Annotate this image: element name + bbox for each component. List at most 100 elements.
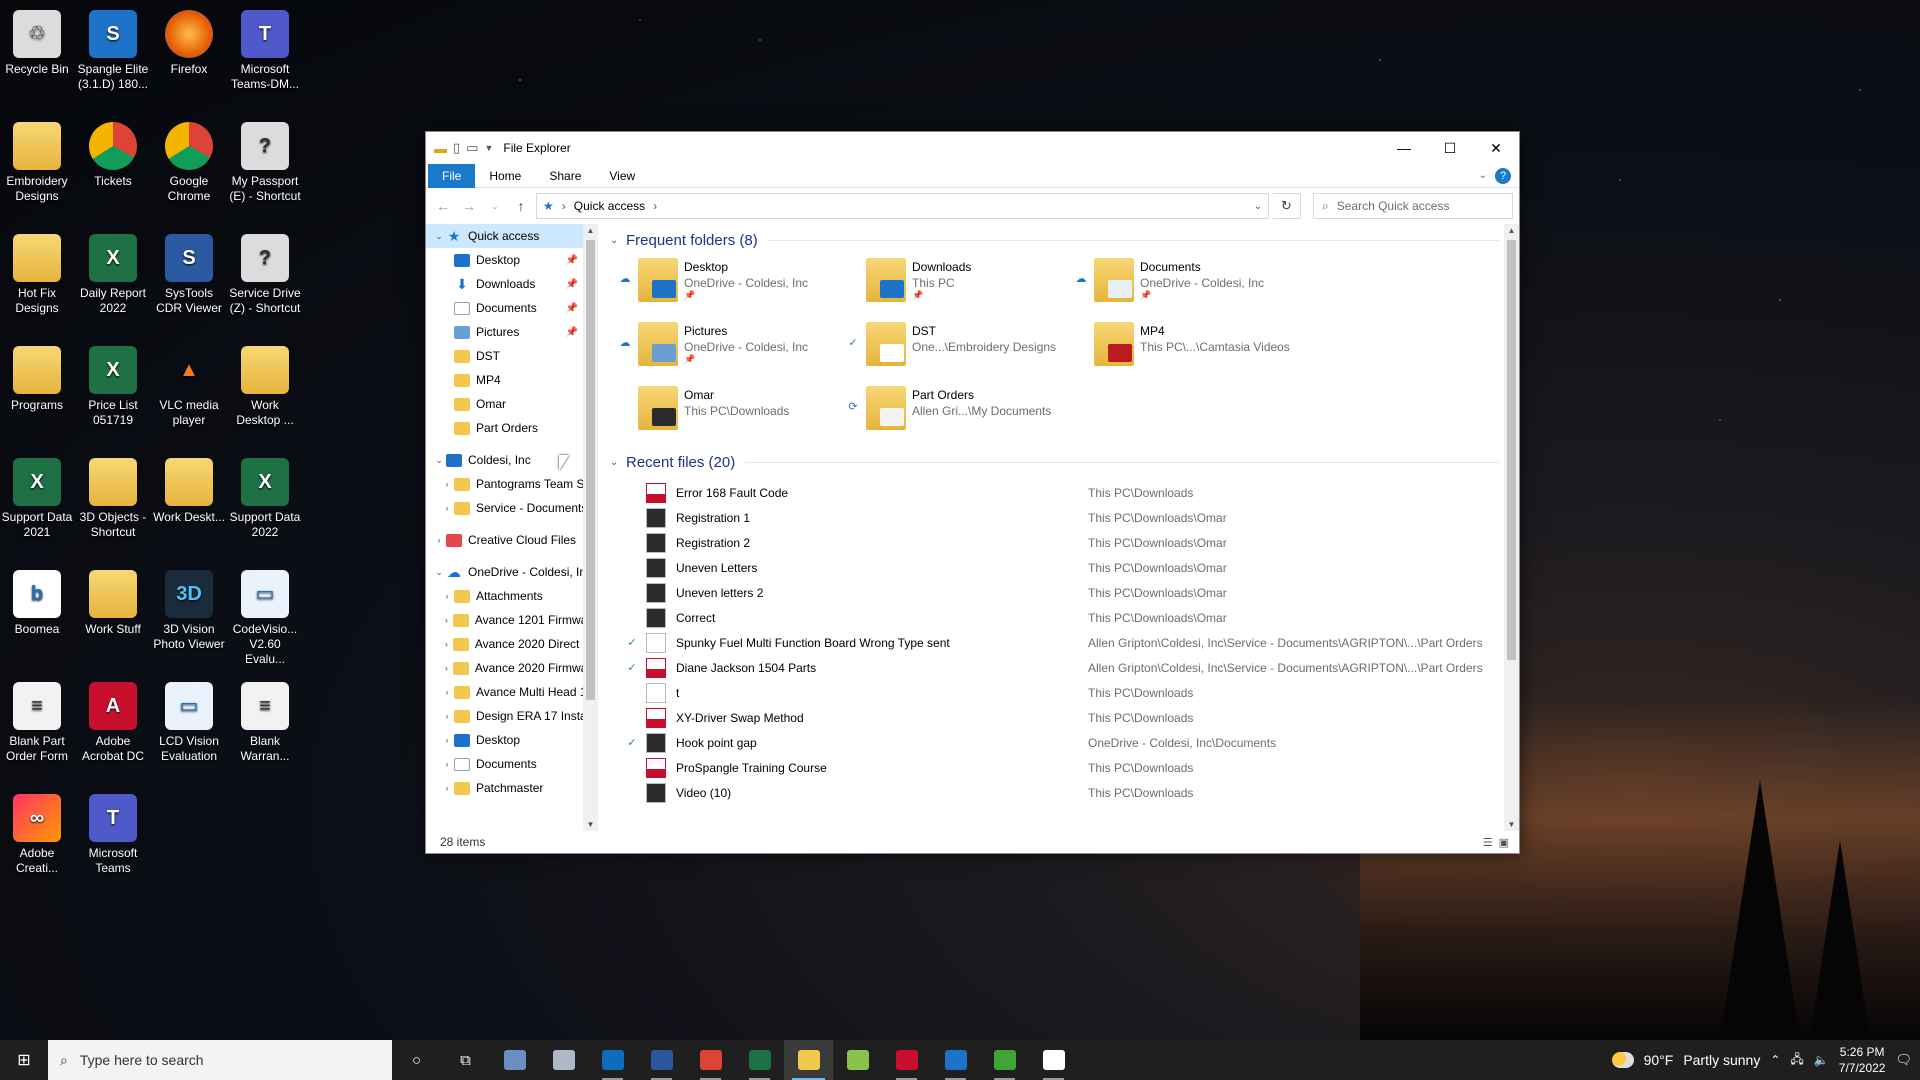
snipping-icon[interactable] xyxy=(539,1040,588,1080)
frequent-folder-tile[interactable]: ☁ Pictures OneDrive - Coldesi, Inc 📌 xyxy=(618,322,846,378)
expand-chevron-icon[interactable]: › xyxy=(440,639,453,649)
desktop-icon[interactable]: ▭ CodeVisio... V2.60 Evalu... xyxy=(228,570,302,667)
new-folder-icon[interactable]: ▭ xyxy=(466,140,478,156)
spangle-icon[interactable] xyxy=(490,1040,539,1080)
file-explorer-icon[interactable] xyxy=(784,1040,833,1080)
desktop-icon[interactable]: Programs xyxy=(0,346,74,413)
address-bar[interactable]: ★ › Quick access › ⌄ xyxy=(536,193,1269,219)
nav-item[interactable]: DST xyxy=(426,344,598,368)
content-scrollbar[interactable]: ▲ ▼ xyxy=(1504,224,1519,831)
minimize-button[interactable]: — xyxy=(1381,132,1427,164)
nav-item[interactable]: Omar xyxy=(426,392,598,416)
show-hidden-icons-icon[interactable]: ⌃ xyxy=(1770,1053,1780,1067)
desktop-icon[interactable]: 3D 3D Vision Photo Viewer xyxy=(152,570,226,652)
desktop-icon[interactable]: ▲ VLC media player xyxy=(152,346,226,428)
desktop-icon[interactable]: X Price List 051719 xyxy=(76,346,150,428)
expand-chevron-icon[interactable]: › xyxy=(440,503,454,513)
help-icon[interactable]: ? xyxy=(1495,167,1511,184)
weather-temp[interactable]: 90°F xyxy=(1644,1052,1674,1068)
forward-button[interactable]: → xyxy=(458,198,480,214)
desktop-icon[interactable]: Hot Fix Designs xyxy=(0,234,74,316)
desktop-icon[interactable]: ▭ LCD Vision Evaluation xyxy=(152,682,226,764)
nav-item[interactable]: › Pantograms Team Site xyxy=(426,472,598,496)
clock[interactable]: 5:26 PM 7/7/2022 xyxy=(1839,1044,1886,1076)
recent-file-row[interactable]: Registration 2 This PC\Downloads\Omar xyxy=(622,530,1519,555)
expand-chevron-icon[interactable]: › xyxy=(440,479,454,489)
word-icon[interactable] xyxy=(637,1040,686,1080)
desktop-icon[interactable]: ∞ Adobe Creati... xyxy=(0,794,74,876)
up-button[interactable]: ↑ xyxy=(510,198,532,214)
frequent-folder-tile[interactable]: ☁ Desktop OneDrive - Coldesi, Inc 📌 xyxy=(618,258,846,314)
camtasia-recorder-icon[interactable] xyxy=(1029,1040,1078,1080)
desktop-icon[interactable]: S SysTools CDR Viewer xyxy=(152,234,226,316)
recent-file-row[interactable]: Uneven Letters This PC\Downloads\Omar xyxy=(622,555,1519,580)
nav-scrollbar[interactable]: ▲ ▼ xyxy=(583,224,598,831)
nav-item[interactable]: › Desktop xyxy=(426,728,598,752)
recent-file-row[interactable]: Video (10) This PC\Downloads xyxy=(622,780,1519,805)
nav-scroll-thumb[interactable] xyxy=(586,240,595,700)
desktop-icon[interactable]: A Adobe Acrobat DC xyxy=(76,682,150,764)
recent-file-row[interactable]: Error 168 Fault Code This PC\Downloads xyxy=(622,480,1519,505)
nav-item[interactable]: › Attachments xyxy=(426,584,598,608)
desktop-icon[interactable]: Work Stuff xyxy=(76,570,150,637)
desktop-icon[interactable]: S Spangle Elite (3.1.D) 180... xyxy=(76,10,150,92)
nav-item[interactable]: › Avance 2020 Direct Co xyxy=(426,632,598,656)
cortana-icon[interactable]: ○ xyxy=(392,1040,441,1080)
title-bar[interactable]: ▬ ▯ ▭ ▼ File Explorer — ☐ ✕ xyxy=(426,132,1519,164)
scroll-up-icon[interactable]: ▲ xyxy=(1504,226,1519,235)
frequent-folders-header[interactable]: ⌄ Frequent folders (8) xyxy=(610,228,1519,252)
properties-icon[interactable]: ▯ xyxy=(453,140,460,156)
content-scroll-thumb[interactable] xyxy=(1507,240,1516,660)
scroll-down-icon[interactable]: ▼ xyxy=(583,820,598,829)
address-dropdown-icon[interactable]: ⌄ xyxy=(1254,201,1262,212)
desktop-icon[interactable]: Work Deskt... xyxy=(152,458,226,525)
desktop-icon[interactable]: 3D Objects - Shortcut xyxy=(76,458,150,540)
nav-item[interactable]: › Avance Multi Head 15( xyxy=(426,680,598,704)
frequent-folder-tile[interactable]: Omar This PC\Downloads xyxy=(618,386,846,442)
volume-icon[interactable]: 🔈 xyxy=(1814,1053,1829,1067)
nav-item[interactable]: Documents 📌 xyxy=(426,296,598,320)
nav-item[interactable]: › Patchmaster xyxy=(426,776,598,800)
refresh-button[interactable]: ↻ xyxy=(1273,193,1301,219)
desktop-icon[interactable]: X Support Data 2022 xyxy=(228,458,302,540)
collapse-chevron-icon[interactable]: ⌄ xyxy=(610,235,626,246)
expand-chevron-icon[interactable]: › xyxy=(432,535,446,545)
acrobat-icon[interactable] xyxy=(882,1040,931,1080)
desktop-icon[interactable]: Firefox xyxy=(152,10,226,77)
excel-icon[interactable] xyxy=(735,1040,784,1080)
nav-item[interactable]: Part Orders xyxy=(426,416,598,440)
scroll-up-icon[interactable]: ▲ xyxy=(583,226,598,235)
back-button[interactable]: ← xyxy=(432,198,454,214)
taskbar-search[interactable]: ⌕ Type here to search xyxy=(48,1040,392,1080)
nav-item[interactable]: ⬇ Downloads 📌 xyxy=(426,272,598,296)
nav-item[interactable]: › Design ERA 17 Install xyxy=(426,704,598,728)
recent-file-row[interactable]: Correct This PC\Downloads\Omar xyxy=(622,605,1519,630)
expand-chevron-icon[interactable]: ⌄ xyxy=(432,455,446,466)
nav-item[interactable]: Pictures 📌 xyxy=(426,320,598,344)
recent-file-row[interactable]: Registration 1 This PC\Downloads\Omar xyxy=(622,505,1519,530)
recent-file-row[interactable]: XY-Driver Swap Method This PC\Downloads xyxy=(622,705,1519,730)
close-button[interactable]: ✕ xyxy=(1473,132,1519,164)
large-icons-view-icon[interactable]: ▣ xyxy=(1499,836,1509,849)
frequent-folder-tile[interactable]: ✓ DST One...\Embroidery Designs xyxy=(846,322,1074,378)
network-icon[interactable]: 🖧 xyxy=(1790,1050,1803,1071)
expand-chevron-icon[interactable]: › xyxy=(440,783,454,793)
breadcrumb-quick-access[interactable]: Quick access xyxy=(574,199,645,213)
expand-chevron-icon[interactable]: › xyxy=(440,687,454,697)
desktop-icon[interactable]: ? My Passport (E) - Shortcut xyxy=(228,122,302,204)
desktop-icon[interactable]: ≡ Blank Part Order Form xyxy=(0,682,74,764)
start-button[interactable]: ⊞ xyxy=(0,1040,48,1080)
nav-item[interactable]: Desktop 📌 xyxy=(426,248,598,272)
desktop-icon[interactable]: T Microsoft Teams xyxy=(76,794,150,876)
weather-desc[interactable]: Partly sunny xyxy=(1683,1052,1760,1068)
nav-item[interactable]: ⌄ ☁ OneDrive - Coldesi, Inc xyxy=(426,560,598,584)
nav-item[interactable]: MP4 xyxy=(426,368,598,392)
nav-item[interactable]: › Avance 1201 Firmware xyxy=(426,608,598,632)
codevision-icon[interactable] xyxy=(931,1040,980,1080)
maximize-button[interactable]: ☐ xyxy=(1427,132,1473,164)
desktop-icon[interactable]: Tickets xyxy=(76,122,150,189)
hotfix-icon[interactable] xyxy=(833,1040,882,1080)
recent-file-row[interactable]: ✓ Hook point gap OneDrive - Coldesi, Inc\D… xyxy=(622,730,1519,755)
desktop-icon[interactable]: X Support Data 2021 xyxy=(0,458,74,540)
recent-file-row[interactable]: t This PC\Downloads xyxy=(622,680,1519,705)
